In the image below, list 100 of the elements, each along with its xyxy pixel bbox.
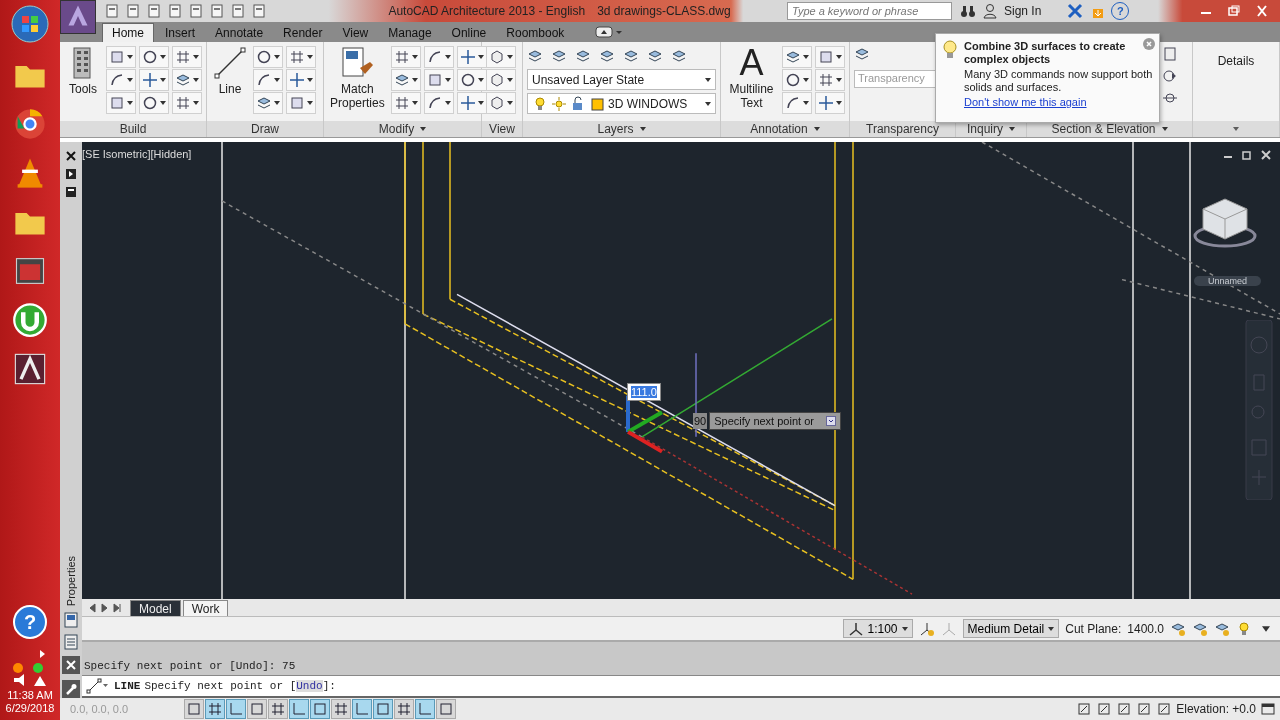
- panel-title[interactable]: View: [482, 121, 522, 137]
- drafting-toggle-button[interactable]: [352, 699, 372, 719]
- notepad-icon[interactable]: [1162, 46, 1178, 62]
- command-line-field[interactable]: LINE Specify next point or [Undo]:: [82, 675, 1280, 698]
- help-button[interactable]: ?: [13, 605, 47, 639]
- search-field[interactable]: Type a keyword or phrase: [787, 2, 952, 20]
- tool-button[interactable]: [815, 69, 845, 91]
- status-tool-icon[interactable]: [1136, 701, 1153, 717]
- drafting-toggle-button[interactable]: [373, 699, 393, 719]
- layers-icon[interactable]: [854, 46, 870, 62]
- ribbon-tab[interactable]: Roombook: [497, 23, 574, 42]
- tool-button[interactable]: [106, 69, 136, 91]
- status-tool-icon[interactable]: [1096, 701, 1113, 717]
- tool-button[interactable]: [106, 46, 136, 68]
- tool-button[interactable]: [286, 46, 316, 68]
- layer-dropdown[interactable]: 3D WINDOWS: [527, 93, 716, 114]
- start-button[interactable]: [10, 4, 50, 44]
- application-menu-button[interactable]: [60, 0, 96, 34]
- tool-button[interactable]: [486, 69, 516, 91]
- detail-level-dropdown[interactable]: Medium Detail: [962, 619, 1060, 638]
- x-logo-icon[interactable]: [1067, 3, 1084, 19]
- properties-palette-tab[interactable]: Properties: [65, 555, 77, 606]
- drafting-toggle-button[interactable]: [436, 699, 456, 719]
- palette-icon[interactable]: [65, 168, 77, 180]
- status-tool-icon[interactable]: [1260, 701, 1276, 717]
- viewport-label[interactable]: [SE Isometric][Hidden]: [82, 148, 192, 160]
- tool-button[interactable]: [106, 92, 136, 114]
- layers-icon[interactable]: [623, 48, 639, 64]
- drafting-toggle-button[interactable]: [394, 699, 414, 719]
- large-tool-button[interactable]: Match Properties: [328, 46, 387, 121]
- tool-button[interactable]: [139, 69, 169, 91]
- round-logo-icon[interactable]: [12, 106, 48, 142]
- tool-button[interactable]: [456, 46, 487, 68]
- tool-button[interactable]: [286, 69, 316, 91]
- drafting-toggle-button[interactable]: [310, 699, 330, 719]
- layout-tab[interactable]: Model: [130, 600, 181, 616]
- ribbon-tab[interactable]: Insert: [156, 23, 205, 42]
- quick-access-icon[interactable]: [188, 3, 204, 19]
- wrench-icon[interactable]: [62, 680, 80, 698]
- quick-access-icon[interactable]: [209, 3, 225, 19]
- tool-button[interactable]: [423, 46, 454, 68]
- tool-button[interactable]: [423, 92, 454, 114]
- layer-state-dropdown[interactable]: Unsaved Layer State: [527, 69, 716, 90]
- options-icon[interactable]: [825, 416, 836, 426]
- panel-title[interactable]: Annotation: [721, 121, 849, 137]
- tool-button[interactable]: [486, 46, 516, 68]
- layers-icon[interactable]: [575, 48, 591, 64]
- ribbon-tab[interactable]: Home: [102, 23, 154, 42]
- u-logo-icon[interactable]: [12, 302, 48, 338]
- ribbon-tab[interactable]: View: [333, 23, 378, 42]
- scale-dropdown[interactable]: 1:100: [842, 619, 913, 638]
- drafting-toggle-button[interactable]: [289, 699, 309, 719]
- close-icon[interactable]: [65, 150, 77, 162]
- cut-plane-value[interactable]: 1400.0: [1127, 621, 1164, 636]
- palette-icon[interactable]: [65, 186, 77, 198]
- tool-button[interactable]: [172, 69, 202, 91]
- tool-button[interactable]: [253, 92, 283, 114]
- tool-button[interactable]: [172, 46, 202, 68]
- panel-title[interactable]: Build: [60, 121, 206, 137]
- ribbon-tab[interactable]: Render: [274, 23, 332, 42]
- tool-button[interactable]: [390, 46, 421, 68]
- quick-access-icon[interactable]: [230, 3, 246, 19]
- layers-icon[interactable]: [647, 48, 663, 64]
- tool-button[interactable]: [423, 69, 454, 91]
- tool-button[interactable]: [815, 92, 845, 114]
- ribbon-toggle-icon[interactable]: [595, 26, 624, 38]
- drafting-toggle-button[interactable]: [226, 699, 246, 719]
- panel-title[interactable]: Layers: [523, 121, 720, 137]
- tool-button[interactable]: [390, 69, 421, 91]
- command-option[interactable]: Undo: [296, 680, 323, 692]
- tool-button[interactable]: [172, 92, 202, 114]
- layers-icon[interactable]: [599, 48, 615, 64]
- panel-title[interactable]: Section & Elevation: [1027, 121, 1192, 137]
- tool-button[interactable]: [782, 92, 812, 114]
- layers-icon[interactable]: [551, 48, 567, 64]
- quick-access-icon[interactable]: [167, 3, 183, 19]
- dynamic-input-field[interactable]: 111.0: [627, 383, 661, 401]
- tool-button[interactable]: [456, 92, 487, 114]
- layout-tab[interactable]: Work: [182, 600, 229, 616]
- elevation-readout[interactable]: Elevation: +0.0: [1176, 702, 1256, 716]
- binoculars-icon[interactable]: [960, 3, 976, 19]
- tool-button[interactable]: [815, 46, 845, 68]
- layers-icon[interactable]: [671, 48, 687, 64]
- quick-access-icon[interactable]: [104, 3, 120, 19]
- layers-icon[interactable]: [527, 48, 543, 64]
- tool-button[interactable]: [253, 46, 283, 68]
- app-logo-icon[interactable]: [12, 351, 48, 387]
- ribbon-tab[interactable]: Online: [442, 23, 496, 42]
- drafting-toggle-button[interactable]: [205, 699, 225, 719]
- drafting-toggle-button[interactable]: [247, 699, 267, 719]
- quick-access-icon[interactable]: [251, 3, 267, 19]
- status-tool-icon[interactable]: [1116, 701, 1133, 717]
- ribbon-tab[interactable]: Manage: [379, 23, 441, 42]
- close-icon[interactable]: [62, 656, 80, 674]
- drafting-toggle-button[interactable]: [184, 699, 204, 719]
- tool-button[interactable]: [390, 92, 421, 114]
- view-name-label[interactable]: Unnamed: [1194, 276, 1262, 286]
- caret-icon[interactable]: [1233, 127, 1239, 131]
- drafting-toggle-button[interactable]: [415, 699, 435, 719]
- sign-in-button[interactable]: Sign In: [1004, 4, 1042, 18]
